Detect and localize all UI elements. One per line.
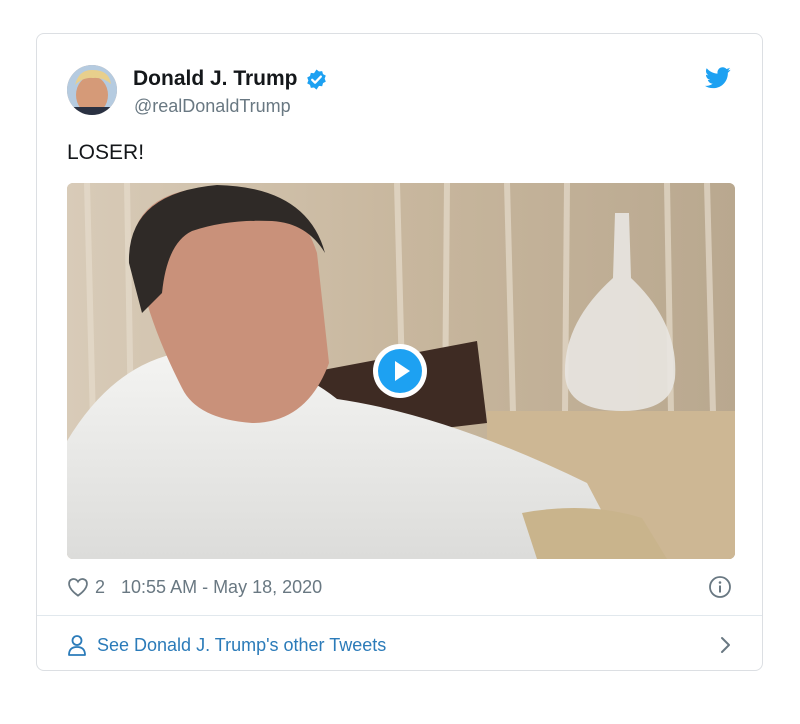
tweet-timestamp[interactable]: 10:55 AM - May 18, 2020 [121,577,322,598]
author-avatar[interactable] [67,65,117,115]
tweet-embed-card: Donald J. Trump @realDonaldTrump LOSER! [36,33,763,671]
twitter-bird-icon[interactable] [705,67,731,89]
person-icon [68,635,86,656]
author-display-name[interactable]: Donald J. Trump [133,67,328,91]
tweet-text: LOSER! [67,141,145,164]
chevron-right-icon[interactable] [718,635,732,655]
see-other-tweets-label[interactable]: See Donald J. Trump's other Tweets [97,635,386,656]
divider [37,615,762,616]
tweet-video[interactable] [67,183,735,559]
tweet-meta-row: 2 10:55 AM - May 18, 2020 [67,574,732,600]
see-other-tweets-link[interactable]: See Donald J. Trump's other Tweets [67,630,732,660]
like-count[interactable]: 2 [95,577,105,598]
info-icon[interactable] [708,575,732,599]
author-name-text[interactable]: Donald J. Trump [133,67,298,91]
play-icon[interactable] [371,342,429,400]
verified-badge-icon [306,68,326,90]
author-handle[interactable]: @realDonaldTrump [134,96,291,117]
heart-icon[interactable] [67,577,89,597]
